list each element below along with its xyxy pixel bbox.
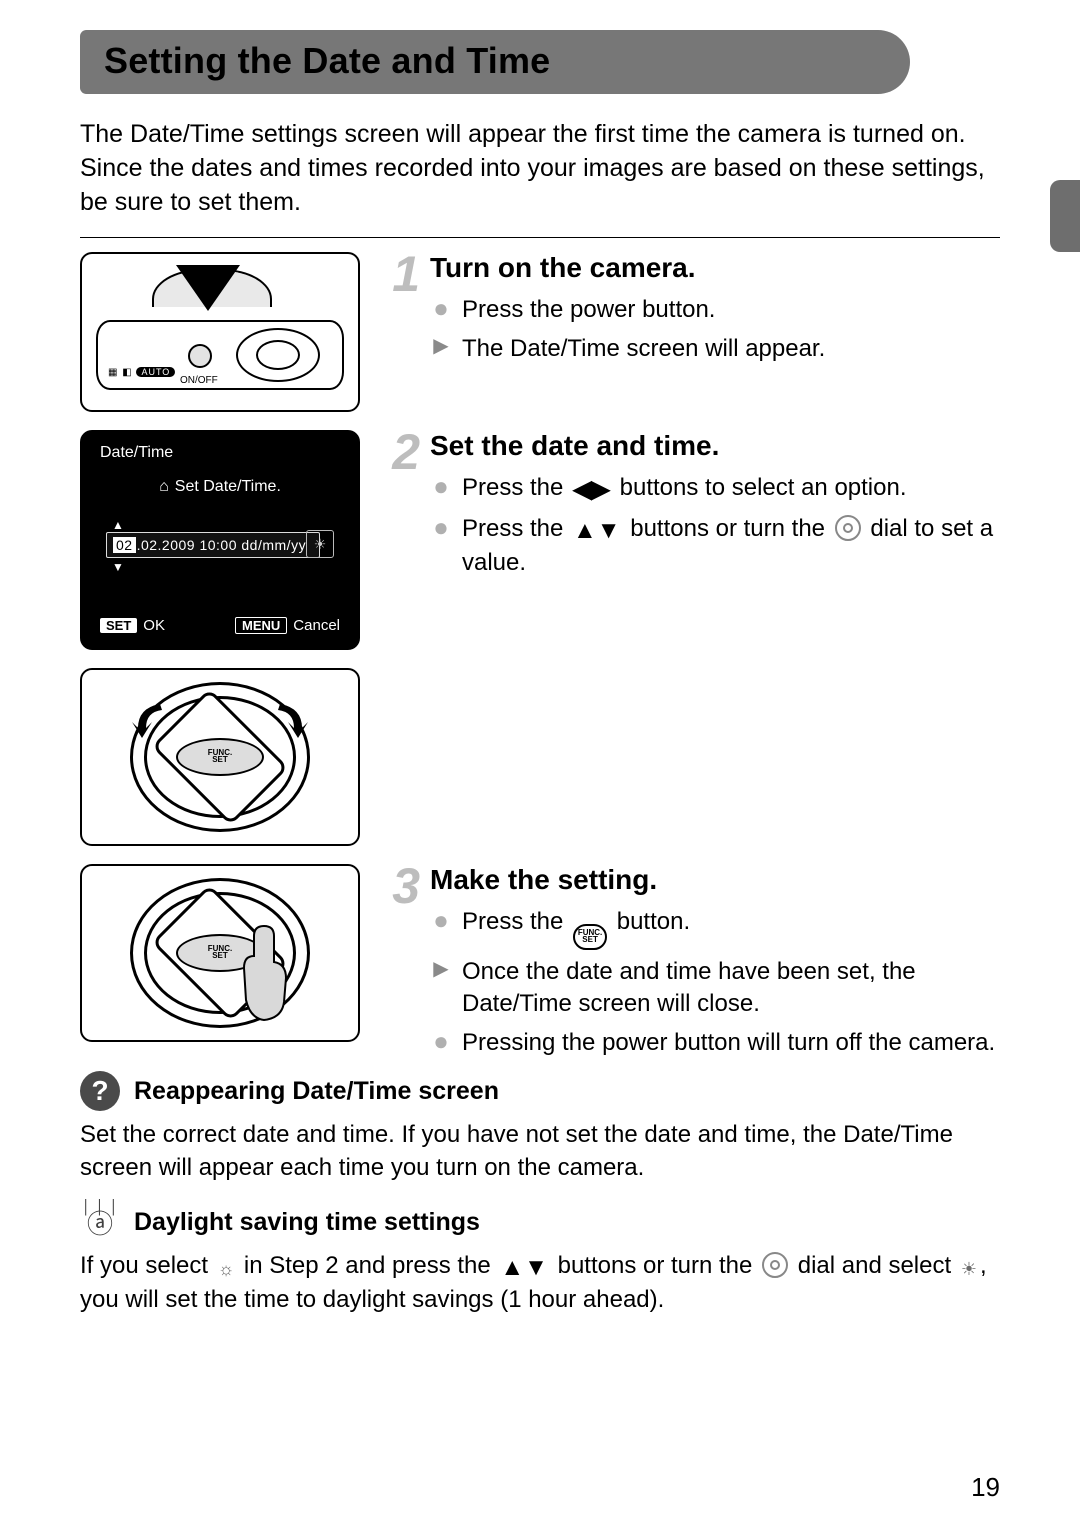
step-text: Press the power button. <box>462 294 715 326</box>
bullet-dot-icon: ● <box>430 472 452 506</box>
lcd-ok: SETOK <box>100 617 165 634</box>
left-right-arrows-icon: ◀▶ <box>573 474 610 506</box>
step-text: Pressing the power button will turn off … <box>462 1027 995 1059</box>
lcd-cancel: MENUCancel <box>235 617 340 634</box>
lcd-message: ⌂Set Date/Time. <box>82 478 358 496</box>
note-title: Daylight saving time settings <box>134 1208 480 1237</box>
side-thumb-tab <box>1050 180 1080 252</box>
note-title: Reappearing Date/Time screen <box>134 1077 499 1106</box>
divider <box>80 237 1000 238</box>
step-title: Turn on the camera. <box>430 252 825 284</box>
note-dst-header: ׀ ׀ ׀ ⓐ Daylight saving time settings <box>80 1202 1000 1242</box>
question-badge-icon: ? <box>80 1071 120 1111</box>
illus-control-dial-arrows: FUNC.SET <box>80 668 360 846</box>
sun-filled-icon: ☀ <box>961 1257 977 1281</box>
step-title: Make the setting. <box>430 864 1000 896</box>
step-3: 3 Make the setting. ● Press the FUNC.SET… <box>388 864 1000 1065</box>
onoff-label: ON/OFF <box>180 375 218 386</box>
caret-up-icon: ▲ <box>112 518 124 532</box>
dial-icon <box>835 515 861 541</box>
bullet-play-icon: ▶ <box>430 956 452 1021</box>
date-rest: .02.2009 10:00 dd/mm/yy <box>137 537 307 553</box>
dst-sun-icon: ☀ <box>306 530 334 558</box>
lcd-title: Date/Time <box>100 444 173 462</box>
func-set-button-icon: FUNC.SET <box>573 924 607 950</box>
up-down-arrows-icon: ▲▼ <box>573 515 621 547</box>
step-text: Press the FUNC.SET button. <box>462 906 690 950</box>
step-title: Set the date and time. <box>430 430 1000 462</box>
date-highlighted: 02 <box>113 537 136 553</box>
bullet-dot-icon: ● <box>430 1027 452 1059</box>
sun-outline-icon: ☼ <box>218 1257 235 1281</box>
illus-control-dial-press: FUNC.SET <box>80 864 360 1042</box>
note-text: If you select ☼ in Step 2 and press the … <box>80 1250 1000 1317</box>
illus-camera-top: ON/OFF ▦ ◧ AUTO <box>80 252 360 412</box>
intro-paragraph: The Date/Time settings screen will appea… <box>80 118 1000 219</box>
up-down-arrows-icon: ▲▼ <box>500 1252 548 1284</box>
bullet-play-icon: ▶ <box>430 333 452 365</box>
step-number: 2 <box>388 430 420 585</box>
power-button-icon <box>188 344 212 368</box>
step-2: 2 Set the date and time. ● Press the ◀▶ … <box>388 430 1000 585</box>
step-text: Once the date and time have been set, th… <box>462 956 1000 1021</box>
dial-icon <box>762 1252 788 1278</box>
step-1: 1 Turn on the camera. ● Press the power b… <box>388 252 1000 371</box>
note-reappearing-header: ? Reappearing Date/Time screen <box>80 1071 1000 1111</box>
step-number: 3 <box>388 864 420 1065</box>
set-badge: SET <box>100 618 137 633</box>
finger-press-icon <box>232 922 296 1022</box>
caret-down-icon: ▼ <box>112 560 124 574</box>
page-number: 19 <box>971 1472 1000 1503</box>
step-number: 1 <box>388 252 420 371</box>
section-title-bar: Setting the Date and Time <box>80 30 910 94</box>
bullet-dot-icon: ● <box>430 294 452 326</box>
illus-lcd-screen: Date/Time ⌂Set Date/Time. ▲ 02.02.2009 1… <box>80 430 360 650</box>
bullet-dot-icon: ● <box>430 513 452 580</box>
menu-badge: MENU <box>235 617 287 634</box>
step-text: The Date/Time screen will appear. <box>462 333 825 365</box>
curved-arrow-icon <box>268 700 308 740</box>
home-icon: ⌂ <box>159 478 169 496</box>
step-text: Press the ▲▼ buttons or turn the dial to… <box>462 513 1000 580</box>
tip-bulb-icon: ׀ ׀ ׀ ⓐ <box>80 1202 120 1242</box>
mode-icons: ▦ ◧ AUTO <box>108 367 175 378</box>
curved-arrow-icon <box>132 700 172 740</box>
arrow-down-icon <box>176 265 240 317</box>
func-set-icon: FUNC.SET <box>176 738 264 776</box>
note-text: Set the correct date and time. If you ha… <box>80 1119 1000 1184</box>
lcd-date-field: 02.02.2009 10:00 dd/mm/yy <box>106 532 320 558</box>
bullet-dot-icon: ● <box>430 906 452 950</box>
step-text: Press the ◀▶ buttons to select an option… <box>462 472 907 506</box>
section-title: Setting the Date and Time <box>104 40 880 82</box>
